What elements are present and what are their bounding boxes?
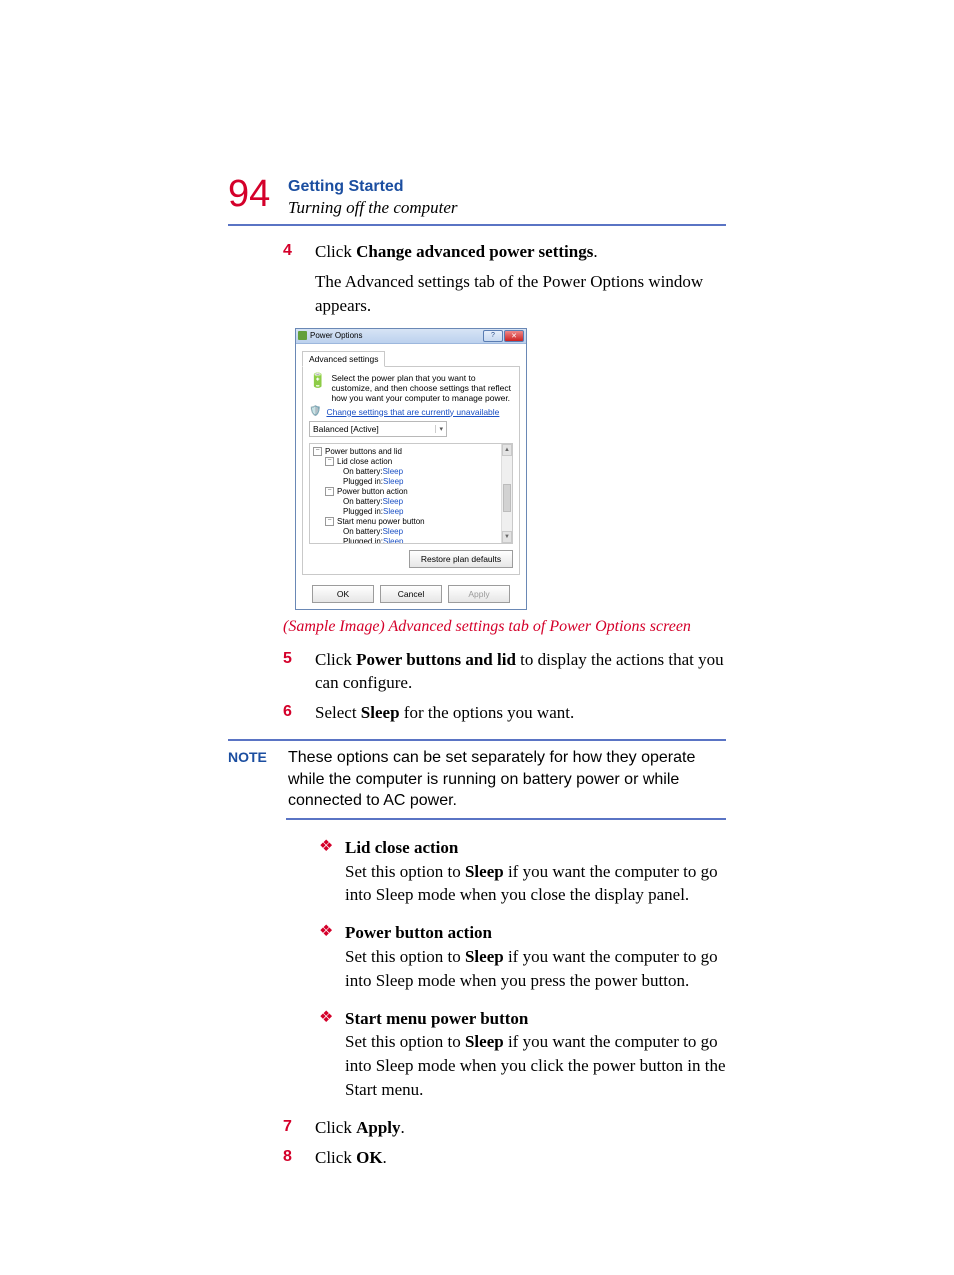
bullet-list: ❖ Lid close action Set this option to Sl… [319,836,726,1102]
tree-label: Plugged in: [343,507,383,516]
help-button[interactable]: ? [483,330,503,342]
scroll-up-icon[interactable]: ▲ [502,444,512,456]
bullet-bold: Sleep [465,862,504,881]
note-label: NOTE [228,747,288,812]
step-suffix: for the options you want. [400,703,575,722]
step-text: Select [315,703,361,722]
plan-select[interactable]: Balanced [Active] ▾ [309,421,447,437]
collapse-icon[interactable]: − [325,517,334,526]
step-8: 8 Click OK. [283,1146,726,1170]
step-text: Click [315,1118,356,1137]
step-number: 7 [283,1116,315,1140]
tree-label: Plugged in: [343,537,383,544]
step-6: 6 Select Sleep for the options you want. [283,701,726,725]
dialog-title: Power Options [310,331,483,340]
step-suffix: . [383,1148,387,1167]
tree-node: Power buttons and lid [325,447,402,456]
bullet-title: Power button action [345,923,492,942]
close-button[interactable]: ✕ [504,330,524,342]
note-divider-bottom [286,818,726,820]
collapse-icon[interactable]: − [325,457,334,466]
bullet-title: Start menu power button [345,1009,528,1028]
step-bold: Apply [356,1118,400,1137]
step-5: 5 Click Power buttons and lid to display… [283,648,726,696]
tab-panel: 🔋 Select the power plan that you want to… [302,366,520,575]
step-number: 6 [283,701,315,725]
tree-label: On battery: [343,527,383,536]
shield-icon: 🛡️ [309,407,321,417]
section-title: Getting Started [288,177,458,196]
step-7: 7 Click Apply. [283,1116,726,1140]
scroll-thumb[interactable] [503,484,511,512]
dialog-titlebar: Power Options ? ✕ [296,329,526,344]
bullet-text: Set this option to [345,947,465,966]
tab-advanced-settings[interactable]: Advanced settings [302,351,385,367]
step-number: 5 [283,648,315,696]
cancel-button[interactable]: Cancel [380,585,442,603]
bullet-item: ❖ Power button action Set this option to… [319,921,726,992]
step-suffix: . [401,1118,405,1137]
note-divider-top [228,739,726,741]
collapse-icon[interactable]: − [325,487,334,496]
step-number: 4 [283,240,315,264]
tree-value[interactable]: Sleep [383,537,403,544]
tree-value[interactable]: Sleep [383,477,403,486]
power-options-dialog: Power Options ? ✕ Advanced settings 🔋 Se… [295,328,527,610]
page-content: 94 Getting Started Turning off the compu… [0,0,954,1275]
step-text: Click [315,1148,356,1167]
scroll-down-icon[interactable]: ▼ [502,531,512,543]
diamond-bullet-icon: ❖ [319,836,345,907]
bullet-bold: Sleep [465,947,504,966]
bullet-item: ❖ Lid close action Set this option to Sl… [319,836,726,907]
chevron-down-icon: ▾ [435,425,443,433]
header-divider [228,224,726,226]
ok-button[interactable]: OK [312,585,374,603]
page-header: 94 Getting Started Turning off the compu… [228,175,726,218]
step-text: Click [315,650,356,669]
diamond-bullet-icon: ❖ [319,921,345,992]
tree-value[interactable]: Sleep [383,507,403,516]
tree-value[interactable]: Sleep [383,497,403,506]
settings-tree[interactable]: −Power buttons and lid −Lid close action… [309,443,513,544]
bullet-title: Lid close action [345,838,458,857]
step-suffix: . [593,242,597,261]
apply-button[interactable]: Apply [448,585,510,603]
tree-node: Lid close action [337,457,392,466]
step-text: Click [315,242,356,261]
plan-selected-value: Balanced [Active] [313,424,379,434]
image-caption: (Sample Image) Advanced settings tab of … [283,618,726,636]
section-subtitle: Turning off the computer [288,198,458,218]
collapse-icon[interactable]: − [313,447,322,456]
page-number: 94 [228,175,288,213]
step-4: 4 Click Change advanced power settings. [283,240,726,264]
tree-value[interactable]: Sleep [383,467,403,476]
step-bold: Sleep [361,703,400,722]
tree-value[interactable]: Sleep [383,527,403,536]
tree-label: On battery: [343,467,383,476]
step-4-followup: The Advanced settings tab of the Power O… [315,270,726,318]
tree-label: On battery: [343,497,383,506]
diamond-bullet-icon: ❖ [319,1007,345,1102]
tree-label: Plugged in: [343,477,383,486]
step-bold: Change advanced power settings [356,242,593,261]
note-block: NOTE These options can be set separately… [228,747,726,812]
restore-defaults-button[interactable]: Restore plan defaults [409,550,513,568]
bullet-bold: Sleep [465,1032,504,1051]
step-number: 8 [283,1146,315,1170]
note-text: These options can be set separately for … [288,747,726,812]
step-bold: OK [356,1148,382,1167]
bullet-item: ❖ Start menu power button Set this optio… [319,1007,726,1102]
tree-node: Start menu power button [337,517,425,526]
bullet-text: Set this option to [345,862,465,881]
step-bold: Power buttons and lid [356,650,516,669]
bullet-text: Set this option to [345,1032,465,1051]
battery-icon: 🔋 [309,373,326,387]
tree-node: Power button action [337,487,408,496]
dialog-description: Select the power plan that you want to c… [331,373,513,403]
scrollbar[interactable]: ▲ ▼ [501,444,512,543]
change-settings-link[interactable]: Change settings that are currently unava… [326,407,499,417]
power-icon [298,331,307,340]
